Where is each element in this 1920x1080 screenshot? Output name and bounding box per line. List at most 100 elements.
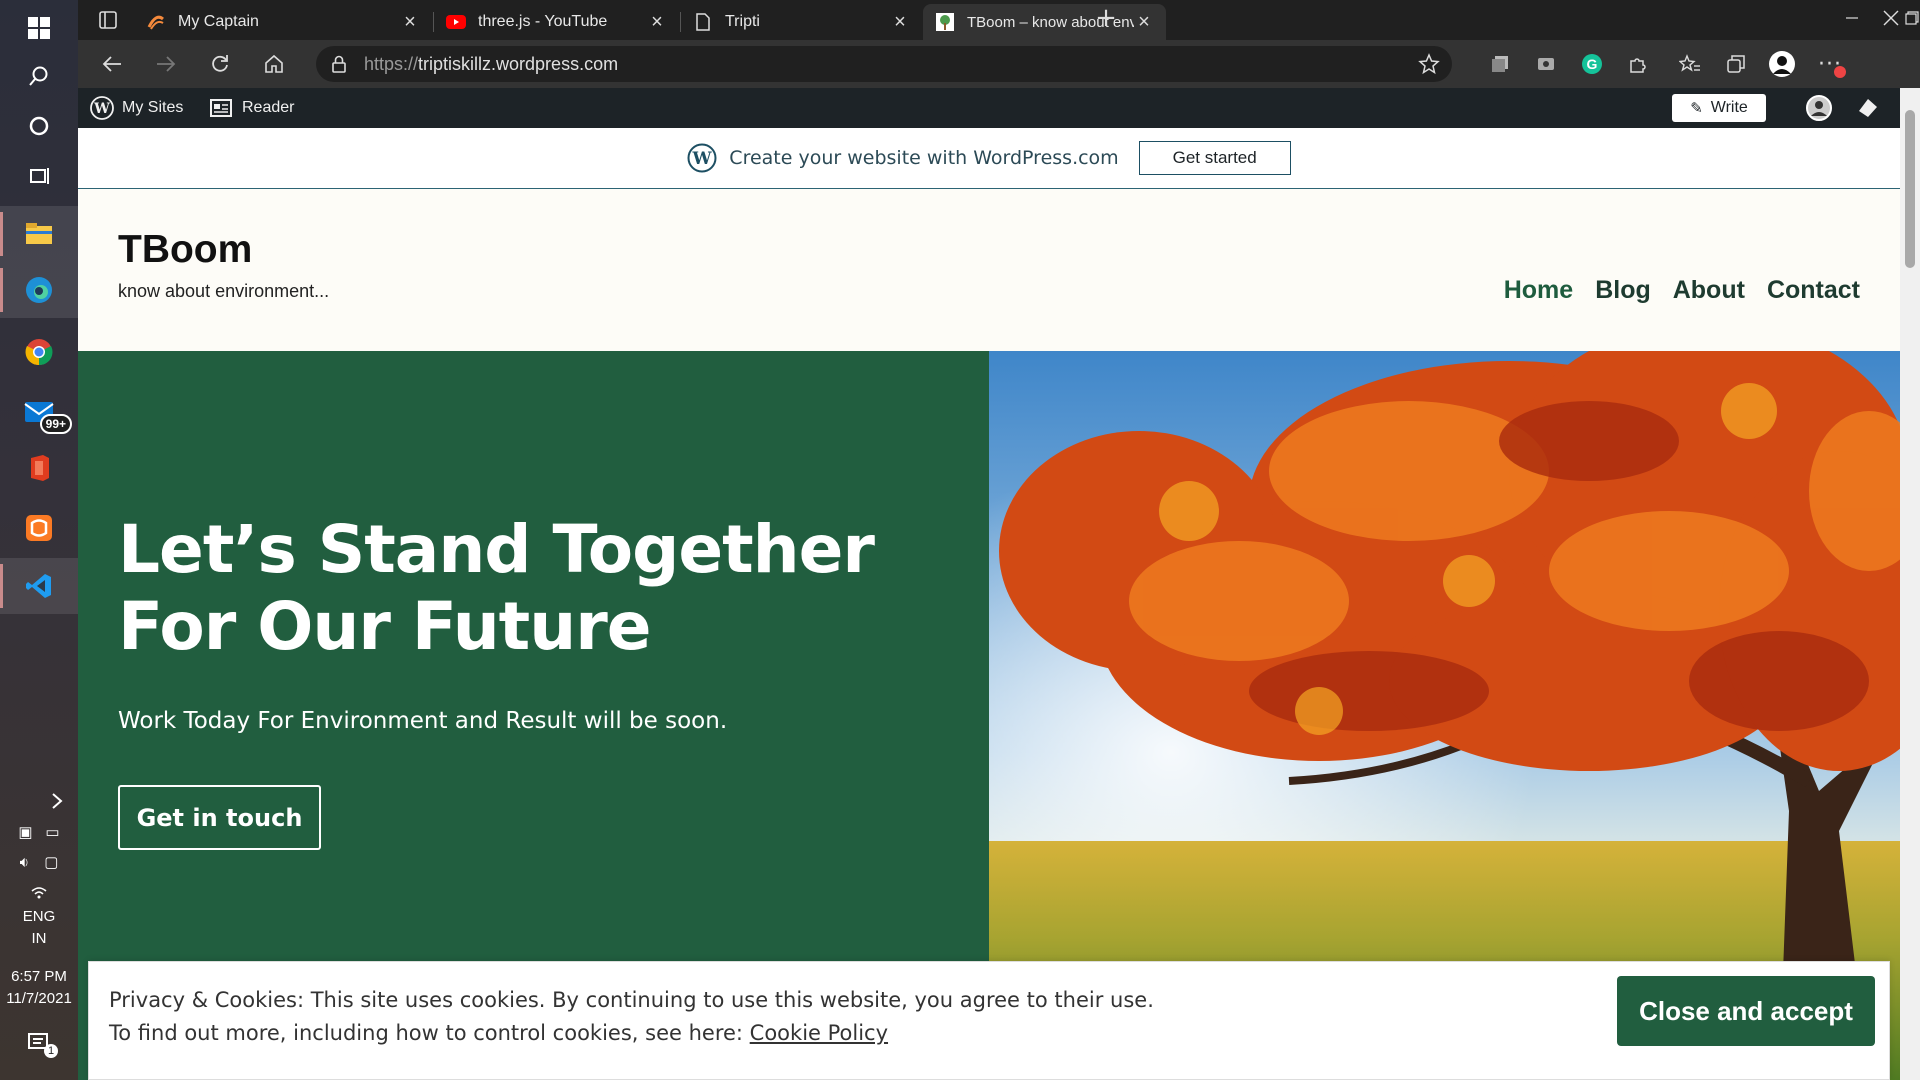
notification-center-icon[interactable]: 1 — [0, 1032, 78, 1061]
nav-about[interactable]: About — [1673, 276, 1745, 305]
collections-stack-icon[interactable] — [1484, 48, 1516, 80]
my-sites-link[interactable]: W My Sites — [90, 88, 183, 128]
address-bar[interactable]: https://triptiskillz.wordpress.com — [316, 46, 1452, 82]
volume-icon[interactable]: 🔉︎ — [20, 852, 29, 874]
nav-contact[interactable]: Contact — [1767, 276, 1860, 305]
cookie-line-2: To find out more, including how to contr… — [109, 1017, 1154, 1050]
mycaptain-favicon-icon — [146, 12, 166, 32]
page-icon — [693, 12, 713, 32]
forward-icon[interactable] — [150, 48, 182, 80]
page-scrollbar[interactable] — [1900, 88, 1920, 1080]
tab-actions-icon[interactable] — [92, 4, 124, 36]
svg-text:G: G — [1587, 56, 1598, 72]
site-tagline: know about environment... — [118, 281, 330, 301]
tab-tboom[interactable]: TBoom – know about environme × — [923, 4, 1166, 40]
tab-my-captain[interactable]: My Captain × — [134, 4, 432, 40]
vscode-icon[interactable] — [0, 558, 78, 614]
back-icon[interactable] — [96, 48, 128, 80]
pen-icon: ✎ — [1690, 100, 1703, 117]
close-window-icon[interactable] — [1875, 2, 1907, 34]
tab-title: Tripti — [725, 13, 760, 30]
close-tab-icon[interactable]: × — [1134, 11, 1154, 34]
settings-more-icon[interactable]: ··· — [1814, 48, 1846, 80]
tab-youtube[interactable]: three.js - YouTube × — [434, 4, 679, 40]
url-scheme: https:// — [364, 53, 419, 74]
cookie-consent-banner: Privacy & Cookies: This site uses cookie… — [88, 961, 1890, 1080]
tab-tripti[interactable]: Tripti × — [681, 4, 922, 40]
windows-taskbar: 99+ ▣ ▭ 🔉︎ ▢ ENG IN 6:57 PM 11/7/2021 1 — [0, 0, 78, 1080]
search-icon[interactable] — [0, 48, 78, 104]
svg-text:W: W — [692, 149, 713, 169]
wordpress-logo-icon: W — [687, 143, 717, 173]
clock[interactable]: 6:57 PM 11/7/2021 — [0, 966, 78, 1010]
reader-link[interactable]: Reader — [210, 88, 294, 128]
reader-label: Reader — [242, 99, 295, 116]
region-label: IN — [31, 930, 47, 947]
youtube-favicon-icon — [446, 12, 466, 32]
cookie-line-2-prefix: To find out more, including how to contr… — [109, 1021, 750, 1045]
language-label: ENG — [22, 908, 56, 925]
write-button[interactable]: ✎ Write — [1672, 94, 1766, 122]
edge-browser-icon[interactable] — [0, 262, 78, 318]
close-and-accept-button[interactable]: Close and accept — [1617, 976, 1875, 1046]
home-icon[interactable] — [258, 48, 290, 80]
browser-toolbar: https://triptiskillz.wordpress.com G ··· — [78, 40, 1920, 88]
clock-time: 6:57 PM — [11, 968, 67, 985]
battery-icon[interactable]: ▭ — [45, 822, 59, 844]
nav-blog[interactable]: Blog — [1595, 276, 1651, 305]
xampp-icon[interactable] — [0, 500, 78, 556]
minimize-window-icon[interactable] — [1836, 2, 1868, 34]
cookie-line-1: Privacy & Cookies: This site uses cookie… — [109, 988, 1154, 1012]
refresh-icon[interactable] — [204, 48, 236, 80]
wifi-icon[interactable] — [0, 884, 78, 906]
nav-home[interactable]: Home — [1504, 276, 1573, 305]
file-explorer-icon[interactable] — [0, 206, 78, 262]
clock-date: 11/7/2021 — [6, 990, 72, 1007]
close-tab-icon[interactable]: × — [890, 11, 910, 34]
write-label: Write — [1710, 99, 1748, 116]
mail-badge: 99+ — [39, 414, 72, 434]
hero-heading: Let’s Stand Together For Our Future — [118, 511, 875, 665]
get-started-button[interactable]: Get started — [1138, 141, 1291, 175]
extensions-puzzle-icon[interactable] — [1622, 48, 1654, 80]
site-title[interactable]: TBoom — [118, 228, 252, 272]
update-alert-badge — [1834, 66, 1846, 78]
cookie-notice-text: Privacy & Cookies: This site uses cookie… — [109, 984, 1154, 1050]
wordpress-logo-icon: W — [90, 96, 114, 120]
site-favicon-icon — [935, 12, 955, 32]
close-tab-icon[interactable]: × — [400, 11, 420, 34]
tab-title: My Captain — [178, 13, 259, 30]
favorites-icon[interactable] — [1674, 48, 1706, 80]
account-avatar-icon[interactable] — [1806, 88, 1832, 128]
mail-icon[interactable]: 99+ — [0, 384, 78, 440]
close-tab-icon[interactable]: × — [647, 11, 667, 34]
browser-tab-bar: My Captain × three.js - YouTube × Tripti… — [78, 0, 1920, 40]
web-page: W Create your website with WordPress.com… — [78, 128, 1900, 1080]
wp-admin-bar: W My Sites Reader ✎ Write — [78, 88, 1900, 128]
url-host: triptiskillz.wordpress.com — [418, 53, 619, 74]
lock-icon[interactable] — [332, 55, 346, 73]
svg-text:W: W — [93, 101, 110, 117]
new-tab-icon[interactable]: + — [1090, 2, 1122, 34]
scrollbar-thumb[interactable] — [1905, 110, 1915, 268]
profile-avatar-icon[interactable] — [1766, 48, 1798, 80]
grammarly-icon[interactable]: G — [1576, 48, 1608, 80]
language-indicator[interactable]: ENG IN — [0, 906, 78, 950]
notification-count: 1 — [44, 1044, 59, 1058]
display-icon[interactable]: ▢ — [44, 852, 58, 874]
primary-nav: Home Blog About Contact — [1504, 276, 1860, 305]
get-in-touch-button[interactable]: Get in touch — [118, 785, 321, 850]
reader-icon — [210, 99, 232, 117]
meet-now-icon[interactable]: ▣ — [18, 822, 32, 844]
hero-subtext: Work Today For Environment and Result wi… — [118, 708, 728, 734]
add-favorite-icon[interactable] — [1418, 53, 1440, 75]
show-hidden-icons-chevron-icon[interactable] — [0, 792, 78, 817]
extension-shield-icon[interactable] — [1530, 48, 1562, 80]
cookie-policy-link[interactable]: Cookie Policy — [750, 1021, 888, 1045]
task-view-icon[interactable] — [0, 148, 78, 204]
notifications-bell-icon[interactable] — [1856, 88, 1880, 128]
cortana-icon[interactable] — [0, 98, 78, 154]
office-icon[interactable] — [0, 440, 78, 496]
chrome-icon[interactable] — [0, 324, 78, 380]
collections-icon[interactable] — [1720, 48, 1752, 80]
